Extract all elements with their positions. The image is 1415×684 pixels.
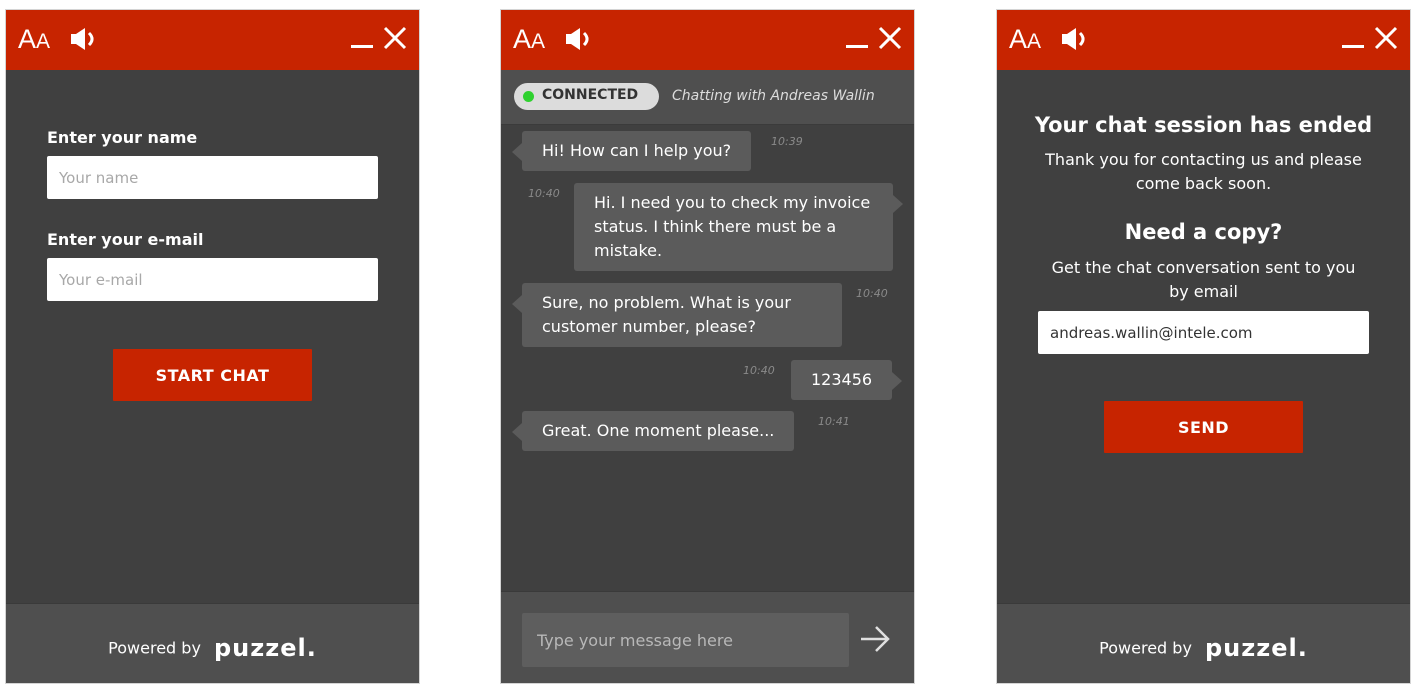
session-ended-title: Your chat session has ended — [1034, 113, 1373, 137]
message-input[interactable] — [522, 613, 849, 667]
minimize-icon[interactable] — [351, 26, 373, 50]
message-composer — [501, 591, 914, 683]
send-arrow-icon[interactable] — [859, 623, 891, 655]
status-dot-icon — [523, 91, 534, 102]
powered-by-text: Powered by — [1099, 638, 1192, 658]
message-time: 10:41 — [818, 415, 850, 428]
chat-widget-start: AA Enter your name Enter your e-mail STA… — [5, 9, 420, 684]
widget-header: AA — [997, 10, 1410, 70]
name-input[interactable] — [47, 156, 378, 199]
chat-widget-conversation: AA CONNECTED Chatting with Andreas Walli… — [500, 9, 915, 684]
powered-by-text: Powered by — [108, 638, 201, 658]
minimize-icon[interactable] — [1342, 26, 1364, 50]
puzzel-logo: puzzel. — [1205, 634, 1308, 662]
screenshot-stage: AA Enter your name Enter your e-mail STA… — [0, 0, 1415, 684]
powered-by: Powered by puzzel. — [6, 634, 419, 662]
widget-footer: Powered by puzzel. — [997, 603, 1410, 683]
speaker-icon[interactable] — [565, 26, 597, 52]
need-copy-title: Need a copy? — [1124, 220, 1283, 244]
close-icon[interactable] — [382, 25, 408, 51]
message-user: 123456 — [791, 360, 903, 400]
font-size-icon[interactable]: AA — [513, 24, 545, 55]
close-icon[interactable] — [877, 25, 903, 51]
widget-footer: Powered by puzzel. — [6, 603, 419, 683]
message-agent: Hi! How can I help you? — [511, 131, 752, 171]
message-time: 10:40 — [743, 364, 775, 377]
font-size-icon[interactable]: AA — [18, 24, 50, 55]
message-agent: Sure, no problem. What is your customer … — [512, 283, 842, 347]
font-size-icon[interactable]: AA — [1009, 24, 1041, 55]
message-time: 10:39 — [771, 135, 803, 148]
send-button[interactable]: SEND — [1104, 401, 1303, 453]
message-agent: Great. One moment please... — [511, 411, 795, 451]
email-label: Enter your e-mail — [47, 230, 204, 249]
message-time: 10:40 — [528, 187, 560, 200]
powered-by: Powered by puzzel. — [997, 634, 1410, 662]
connection-status-badge: CONNECTED — [514, 83, 659, 110]
chatting-with-text: Chatting with Andreas Wallin — [672, 88, 875, 104]
speaker-icon[interactable] — [70, 26, 102, 52]
speaker-icon[interactable] — [1061, 26, 1093, 52]
chat-status-bar: CONNECTED Chatting with Andreas Wallin — [501, 70, 914, 125]
close-icon[interactable] — [1373, 25, 1399, 51]
copy-description: Get the chat conversation sent to you by… — [1051, 258, 1356, 301]
minimize-icon[interactable] — [846, 26, 868, 50]
puzzel-logo: puzzel. — [214, 634, 317, 662]
widget-header: AA — [6, 10, 419, 70]
start-chat-button[interactable]: START CHAT — [113, 349, 312, 401]
copy-email-input[interactable] — [1038, 311, 1369, 354]
message-user: Hi. I need you to check my invoice statu… — [574, 183, 903, 271]
message-time: 10:40 — [856, 287, 888, 300]
email-input[interactable] — [47, 258, 378, 301]
widget-header: AA — [501, 10, 914, 70]
name-label: Enter your name — [47, 128, 198, 147]
chat-widget-ended: AA Your chat session has ended Thank you… — [996, 9, 1411, 684]
connection-status-text: CONNECTED — [542, 87, 639, 103]
thank-you-text: Thank you for contacting us and please c… — [1045, 150, 1362, 193]
